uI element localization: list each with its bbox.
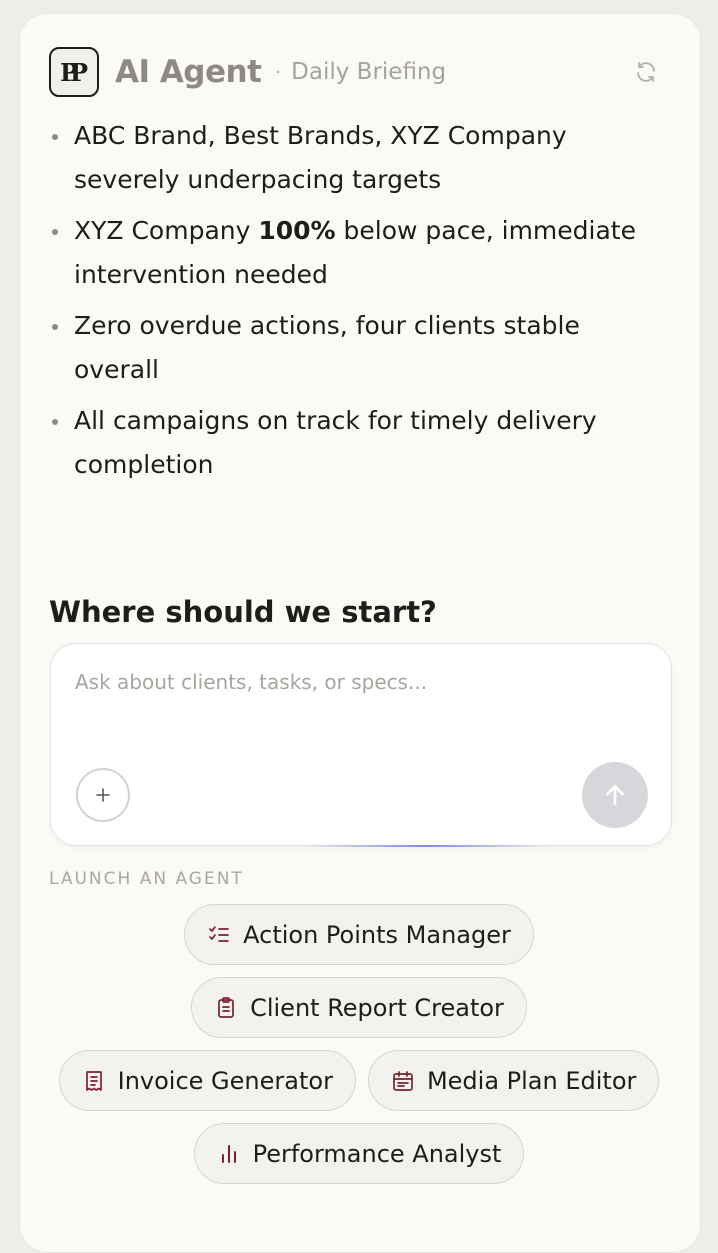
brand-logo: PP (49, 47, 99, 97)
checklist-icon (207, 923, 231, 947)
agent-chip-label: Invoice Generator (117, 1066, 333, 1095)
agent-chip-action-points-manager[interactable]: Action Points Manager (184, 904, 534, 965)
prompt-heading: Where should we start? (49, 595, 437, 629)
agent-chip-performance-analyst[interactable]: Performance Analyst (193, 1123, 525, 1184)
refresh-button[interactable] (632, 58, 660, 86)
chat-input[interactable] (75, 670, 635, 694)
agent-chip-label: Media Plan Editor (426, 1066, 637, 1095)
agent-launcher: Action Points Manager Client Report Crea… (49, 904, 669, 1196)
agent-title: AI Agent (115, 54, 262, 90)
receipt-icon (82, 1069, 106, 1093)
bar-chart-icon (217, 1142, 241, 1166)
agent-chip-label: Action Points Manager (243, 920, 511, 949)
agent-chip-client-report-creator[interactable]: Client Report Creator (191, 977, 527, 1038)
agent-chip-label: Performance Analyst (252, 1139, 502, 1168)
briefing-item: ABC Brand, Best Brands, XYZ Company seve… (49, 114, 649, 202)
plus-icon (96, 788, 110, 802)
briefing-item: All campaigns on track for timely delive… (49, 399, 649, 487)
send-button[interactable] (582, 762, 648, 828)
clipboard-icon (214, 996, 238, 1020)
briefing-card: PP AI Agent · Daily Briefing ABC Brand, … (19, 13, 701, 1253)
briefing-item: Zero overdue actions, four clients stabl… (49, 304, 649, 392)
agent-chip-media-plan-editor[interactable]: Media Plan Editor (367, 1050, 660, 1111)
input-glow (300, 845, 550, 847)
card-header: PP AI Agent · Daily Briefing (49, 46, 660, 98)
agent-chip-label: Client Report Creator (250, 993, 504, 1022)
chat-input-box (50, 643, 672, 846)
calendar-icon (391, 1069, 415, 1093)
briefing-item: XYZ Company 100% below pace, immediate i… (49, 209, 649, 297)
agent-chip-invoice-generator[interactable]: Invoice Generator (58, 1050, 356, 1111)
refresh-icon (637, 62, 655, 82)
briefing-subtitle: Daily Briefing (291, 59, 447, 85)
add-attachment-button[interactable] (76, 768, 130, 822)
briefing-list: ABC Brand, Best Brands, XYZ Company seve… (49, 114, 649, 494)
arrow-up-icon (606, 785, 624, 805)
title-separator: · (275, 61, 282, 83)
launch-agent-label: LAUNCH AN AGENT (49, 869, 244, 889)
